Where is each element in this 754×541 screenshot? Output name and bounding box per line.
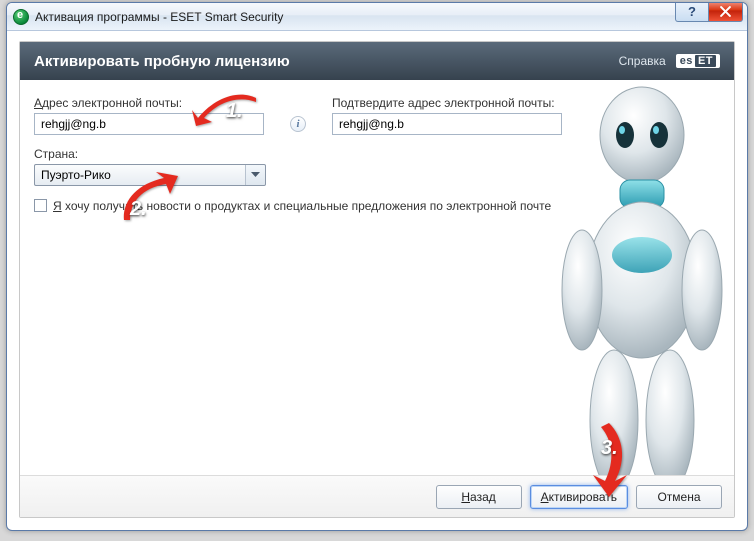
panel-body: Адрес электронной почты: i Подтвердите а… [20, 80, 734, 475]
help-link[interactable]: Справка [619, 54, 666, 68]
main-panel: Активировать пробную лицензию Справка es… [19, 41, 735, 518]
panel-header: Активировать пробную лицензию Справка es… [20, 42, 734, 80]
brand-badge: esET [676, 54, 720, 68]
window-title: Активация программы - ESET Smart Securit… [35, 10, 283, 24]
confirm-email-label: Подтвердите адрес электронной почты: [332, 96, 562, 110]
cancel-button[interactable]: Отмена [636, 485, 722, 509]
footer: Назад Активировать Отмена [20, 475, 734, 517]
confirm-email-input[interactable] [332, 113, 562, 135]
chevron-down-icon [245, 165, 265, 185]
info-icon[interactable]: i [290, 116, 306, 132]
help-button[interactable]: ? [675, 2, 709, 22]
window-controls: ? [675, 3, 743, 22]
titlebar: Активация программы - ESET Smart Securit… [7, 3, 747, 31]
email-input[interactable] [34, 113, 264, 135]
panel-title: Активировать пробную лицензию [34, 53, 290, 70]
app-window: Активация программы - ESET Smart Securit… [6, 2, 748, 531]
close-button[interactable] [709, 2, 743, 22]
form-area: Адрес электронной почты: i Подтвердите а… [34, 96, 574, 214]
app-icon [13, 9, 29, 25]
help-glyph-icon: ? [688, 4, 696, 19]
close-icon [720, 6, 731, 17]
consent-checkbox[interactable] [34, 199, 47, 212]
consent-label: Я хочу получать новости о продуктах и сп… [53, 198, 551, 214]
content: Активировать пробную лицензию Справка es… [7, 31, 747, 530]
country-select[interactable]: Пуэрто-Рико [34, 164, 266, 186]
back-button[interactable]: Назад [436, 485, 522, 509]
country-value: Пуэрто-Рико [41, 168, 111, 182]
activate-button[interactable]: Активировать [530, 485, 628, 509]
country-label: Страна: [34, 147, 78, 161]
email-label: Адрес электронной почты: [34, 96, 264, 110]
